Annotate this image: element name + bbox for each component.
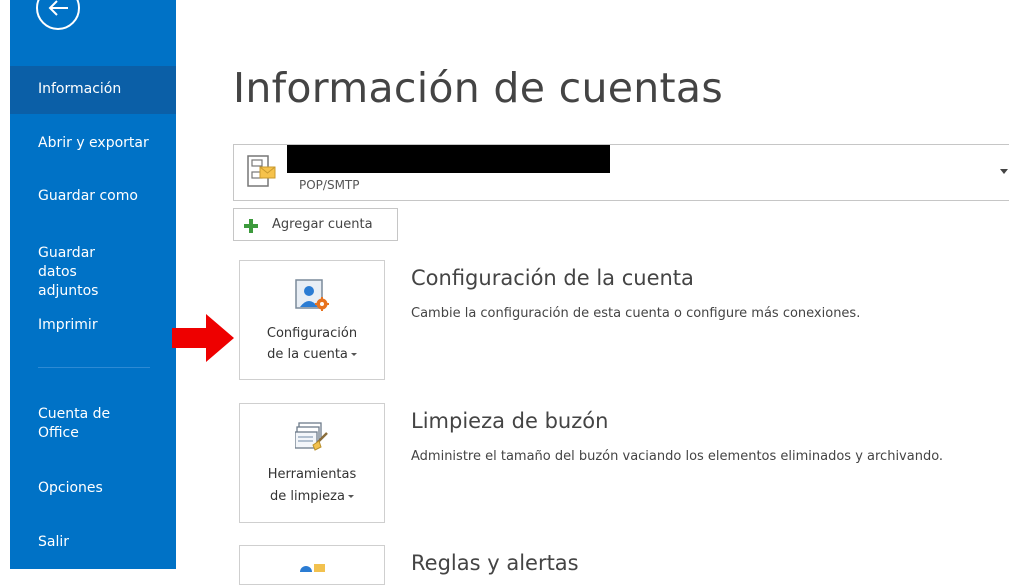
chevron-down-icon xyxy=(350,353,357,356)
nav-item-label: Información xyxy=(38,81,122,97)
account-settings-icon xyxy=(295,279,329,311)
section-heading-rules: Reglas y alertas xyxy=(411,551,579,575)
account-settings-button[interactable]: Configuración de la cuenta xyxy=(239,260,385,380)
cleanup-tools-icon xyxy=(295,422,328,451)
account-selector[interactable]: POP/SMTP xyxy=(233,144,1009,201)
nav-item-guardar-adjuntos[interactable]: Guardar datos adjuntos xyxy=(10,244,140,301)
nav-item-opciones[interactable]: Opciones xyxy=(10,479,176,498)
nav-item-label: Guardar datos adjuntos xyxy=(38,245,99,299)
nav-item-label: Guardar como xyxy=(38,188,138,204)
nav-separator xyxy=(38,367,150,368)
chevron-down-icon[interactable] xyxy=(1000,169,1008,174)
tile-label-line1: Configuración xyxy=(266,326,358,341)
tile-label-line1: Herramientas xyxy=(267,467,357,482)
account-name-redacted xyxy=(287,145,610,173)
tile-label-text: de limpieza xyxy=(270,489,345,504)
plus-icon xyxy=(244,219,258,233)
tile-label-line2: de limpieza xyxy=(240,487,384,507)
add-account-label: Agregar cuenta xyxy=(272,217,373,232)
backstage-sidebar: Información Abrir y exportar Guardar com… xyxy=(10,0,176,569)
rules-alerts-icon xyxy=(300,564,325,572)
red-arrow-icon xyxy=(172,314,234,362)
chevron-down-icon xyxy=(347,495,354,498)
tile-label-text: de la cuenta xyxy=(267,347,348,362)
rules-alerts-button[interactable] xyxy=(239,545,385,585)
section-heading-account-settings: Configuración de la cuenta xyxy=(411,266,694,290)
nav-item-label: Opciones xyxy=(38,480,103,496)
tile-label-line2: de la cuenta xyxy=(240,345,384,365)
back-arrow-icon[interactable] xyxy=(36,0,80,30)
nav-item-label: Salir xyxy=(38,534,70,550)
nav-item-guardar-como[interactable]: Guardar como xyxy=(10,187,176,206)
nav-item-label: Abrir y exportar xyxy=(38,135,149,151)
section-desc-account-settings: Cambie la configuración de esta cuenta o… xyxy=(411,306,861,321)
cleanup-tools-button[interactable]: Herramientas de limpieza xyxy=(239,403,385,523)
nav-item-label: Imprimir xyxy=(38,317,98,333)
page-title: Información de cuentas xyxy=(233,64,724,112)
section-heading-cleanup: Limpieza de buzón xyxy=(411,409,609,433)
nav-item-cuenta-office[interactable]: Cuenta de Office xyxy=(10,405,176,443)
add-account-button[interactable]: Agregar cuenta xyxy=(233,208,398,241)
nav-item-imprimir[interactable]: Imprimir xyxy=(10,316,176,335)
account-type: POP/SMTP xyxy=(299,178,360,192)
nav-item-informacion[interactable]: Información xyxy=(10,66,176,114)
account-envelope-icon xyxy=(247,155,276,187)
section-desc-cleanup: Administre el tamaño del buzón vaciando … xyxy=(411,449,944,464)
nav-item-salir[interactable]: Salir xyxy=(10,533,176,552)
nav-item-abrir-exportar[interactable]: Abrir y exportar xyxy=(10,134,176,153)
nav-item-label: Cuenta de Office xyxy=(38,406,111,441)
